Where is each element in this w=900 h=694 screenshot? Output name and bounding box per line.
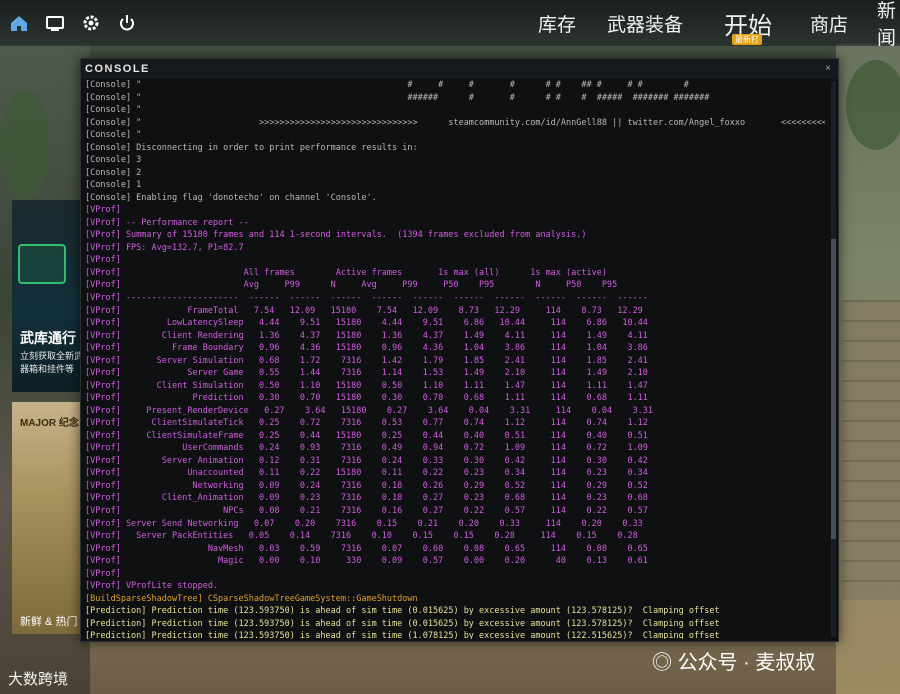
nav-store[interactable]: 商店 [810, 0, 848, 46]
power-icon[interactable] [116, 12, 138, 34]
console-line: [VProf] ---------------------- ------ --… [85, 293, 648, 303]
console-line: [VProf] UserCommands 0.24 0.93 7316 0.49… [85, 443, 648, 454]
close-icon[interactable]: × [825, 63, 831, 74]
console-line: [VProf] [85, 205, 121, 216]
console-line: [VProf] NavMesh 0.03 0.59 7316 0.07 0.60… [85, 543, 648, 554]
console-line: [VProf] LowLatencySleep 4.44 9.51 15180 … [85, 318, 648, 329]
console-line: [VProf] Present_RenderDevice 0.27 3.64 1… [85, 405, 654, 416]
console-line: [VProf] FPS: Avg=132.7, P1=82.7 [85, 242, 244, 253]
console-line: [VProf] [85, 568, 121, 579]
console-title-bar[interactable]: CONSOLE × [81, 59, 838, 79]
console-line: [VProf] Server Simulation 0.68 1.72 7316… [85, 355, 648, 366]
console-line: [VProf] Frame Boundary 0.96 4.36 15180 0… [85, 343, 648, 354]
console-line: [VProf] NPCs 0.08 0.21 7316 0.16 0.27 0.… [85, 506, 648, 517]
console-line: [VProf] Client Simulation 0.50 1.10 1518… [85, 380, 648, 391]
console-line: [BuildSparseShadowTree] CSparseShadowTre… [85, 593, 418, 604]
top-navigation-bar: 库存 武器装备 开始 商店 新闻 最新打 [0, 0, 900, 49]
new-and-hot-label[interactable]: 新鲜 & 热门 [20, 613, 77, 629]
armory-pass-subtitle: 立刻获取全新武器箱和挂件等 [20, 351, 84, 374]
armory-grid-icon [18, 244, 66, 284]
console-line: [Console] 2 [85, 167, 142, 178]
watermark-right-text: 公众号 · 麦叔叔 [677, 652, 816, 674]
console-line: [VProf] Unaccounted 0.11 0.22 15180 0.11… [85, 468, 648, 479]
console-line: [Console] " # # # # # # ## # # # # [85, 80, 689, 90]
console-line: [Console] 1 [85, 180, 142, 191]
major-label: MAJOR 纪念 [20, 418, 79, 429]
console-line: [VProf] Avg P99 N Avg P99 P50 P95 N P50 … [85, 280, 618, 291]
background-foliage [0, 90, 50, 200]
nav-inventory[interactable]: 库存 [538, 0, 576, 46]
console-line: [Prediction] Prediction time (123.593750… [85, 631, 720, 639]
console-line: [VProf] Magic 0.00 0.10 330 0.09 0.57 0.… [85, 556, 648, 567]
console-line: [Console] " [85, 130, 142, 141]
background-foliage [846, 60, 900, 150]
console-line: [Console] " >>>>>>>>>>>>>>>>>>>>>>>>>>>>… [85, 117, 825, 128]
console-line: [VProf] Prediction 0.30 0.70 15180 0.30 … [85, 393, 648, 404]
console-line: [VProf] [85, 255, 121, 266]
tv-icon[interactable] [44, 12, 66, 34]
console-line: [VProf] Client_Animation 0.09 0.23 7316 … [85, 493, 648, 504]
console-line: [Prediction] Prediction time (123.593750… [85, 606, 720, 617]
console-line: [VProf] Networking 0.09 0.24 7316 0.18 0… [85, 480, 648, 491]
console-line: [VProf] Summary of 15180 frames and 114 … [85, 230, 587, 241]
console-line: [Console] Disconnecting in order to prin… [85, 142, 418, 153]
console-line: [VProf] Client Rendering 1.36 4.37 15180… [85, 330, 648, 341]
console-line: [VProf] FrameTotal 7.54 12.09 15180 7.54… [85, 305, 643, 316]
console-line: [VProf] Server Send Networking 0.07 0.20… [85, 518, 643, 529]
watermark-left: 大数跨境 [8, 671, 69, 688]
console-line: [VProf] All frames Active frames 1s max … [85, 267, 607, 278]
console-line: [Console] " ###### # # # # # ##### #####… [85, 92, 710, 103]
nav-loadout[interactable]: 武器装备 [607, 0, 683, 46]
console-line: [Console] Enabling flag 'donotecho' on c… [85, 192, 377, 203]
gear-icon[interactable] [80, 12, 102, 34]
console-line: [VProf] Server Animation 0.12 0.31 7316 … [85, 455, 648, 466]
console-line: [VProf] VProfLite stopped. [85, 581, 219, 592]
new-badge: 最新打 [732, 34, 762, 45]
console-line: [VProf] ClientSimulateFrame 0.25 0.44 15… [85, 430, 648, 441]
background-stone-wall [842, 300, 900, 600]
home-icon[interactable] [8, 12, 30, 34]
wechat-icon: ◎ [652, 652, 678, 674]
nav-news[interactable]: 新闻 [877, 0, 900, 49]
console-line: [Console] " [85, 105, 142, 116]
major-souvenir-promo[interactable] [12, 402, 84, 634]
watermark-right: ◎ 公众号 · 麦叔叔 [652, 646, 815, 675]
console-line: [VProf] Server Game 0.55 1.44 7316 1.14 … [85, 368, 648, 379]
console-line: [VProf] Server PackEntities 0.05 0.14 73… [85, 531, 638, 542]
console-scroll-thumb[interactable] [831, 239, 836, 539]
console-line: [Prediction] Prediction time (123.593750… [85, 618, 720, 629]
console-output: [Console] " # # # # # # ## # # # # [Conso… [85, 79, 825, 639]
console-window: CONSOLE × [Console] " # # # # # # ## # #… [80, 58, 839, 642]
console-line: [VProf] -- Performance report -- [85, 217, 249, 228]
armory-pass-title: 武库通行 [20, 330, 76, 346]
console-title: CONSOLE [85, 63, 150, 75]
console-line: [VProf] ClientSimulateTick 0.25 0.72 731… [85, 418, 648, 429]
console-line: [Console] 3 [85, 155, 142, 166]
